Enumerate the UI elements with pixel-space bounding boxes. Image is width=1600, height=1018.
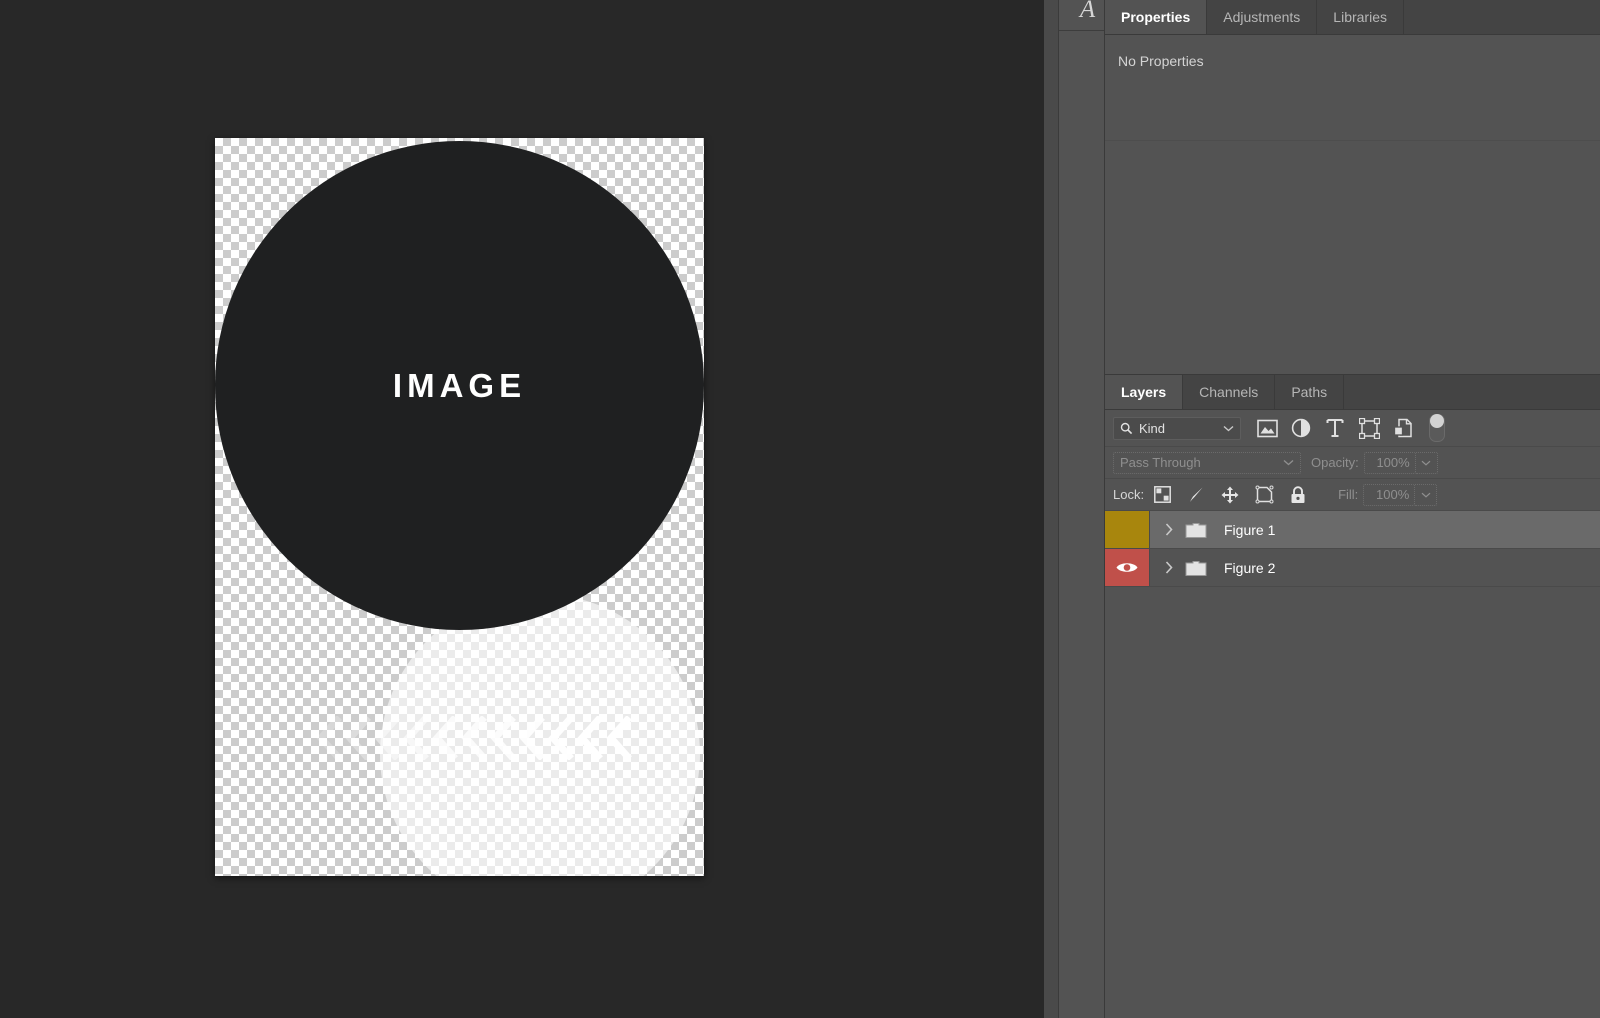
layer-disclosure-triangle[interactable]	[1158, 549, 1180, 586]
tab-paths-label: Paths	[1291, 384, 1328, 400]
panel-column: Properties Adjustments Libraries No Prop…	[1104, 0, 1600, 1018]
layer-kind-filter-label: Kind	[1139, 420, 1166, 436]
chevron-left-icon	[605, 716, 633, 760]
chevron-down-icon	[1421, 492, 1431, 498]
chevron-left-icon	[402, 716, 430, 760]
chevron-down-icon[interactable]	[1283, 459, 1294, 466]
chevron-down-icon	[1421, 460, 1431, 466]
tab-bar-filler	[1404, 0, 1600, 34]
chevron-left-icon	[460, 716, 488, 760]
layers-panel-body: Kind Pass Through Opacity: 100% Lock: Fi…	[1105, 410, 1600, 947]
opacity-stepper[interactable]	[1415, 451, 1438, 474]
filter-enable-toggle[interactable]	[1429, 414, 1445, 442]
lock-label: Lock:	[1113, 487, 1145, 502]
opacity-value: 100%	[1376, 455, 1410, 470]
document-canvas-area[interactable]: IMAGE	[0, 0, 1018, 1018]
layer-name: Figure 1	[1224, 521, 1276, 538]
tab-adjustments-label: Adjustments	[1223, 9, 1301, 25]
lock-all-icon[interactable]	[1288, 485, 1308, 505]
chevron-left-icon	[518, 716, 546, 760]
table-row[interactable]: Figure 1	[1105, 511, 1600, 549]
lock-buttons	[1152, 485, 1308, 505]
opacity-label: Opacity:	[1311, 455, 1359, 470]
filter-smart-object-layers-icon[interactable]	[1391, 416, 1415, 440]
search-icon	[1120, 422, 1133, 435]
lock-row: Lock: Fill: 100%	[1105, 479, 1600, 511]
lock-position-icon[interactable]	[1220, 485, 1240, 505]
properties-panel-body: No Properties	[1105, 35, 1600, 375]
tab-paths[interactable]: Paths	[1275, 375, 1345, 409]
layer-filter-row: Kind	[1105, 410, 1600, 447]
tab-libraries[interactable]: Libraries	[1317, 0, 1404, 34]
fill-input[interactable]: 100%	[1363, 483, 1416, 506]
chevron-left-icon	[344, 716, 372, 760]
tab-channels[interactable]: Channels	[1183, 375, 1276, 409]
layer-kind-filter-select[interactable]: Kind	[1113, 416, 1241, 440]
tab-bar-filler	[1344, 375, 1600, 409]
tab-layers[interactable]: Layers	[1105, 375, 1184, 409]
opacity-input[interactable]: 100%	[1363, 451, 1416, 474]
layer-name: Figure 2	[1224, 559, 1276, 576]
chevron-right-icon	[1165, 523, 1173, 536]
table-row[interactable]: Figure 2	[1105, 549, 1600, 587]
filter-shape-layers-icon[interactable]	[1357, 416, 1381, 440]
fill-group: Fill: 100%	[1338, 483, 1438, 506]
no-properties-message: No Properties	[1118, 53, 1204, 69]
lock-transparent-pixels-icon[interactable]	[1152, 485, 1172, 505]
right-dock: A Properties Adjustments Libraries No Pr…	[1044, 0, 1600, 1018]
lock-image-pixels-icon[interactable]	[1186, 485, 1206, 505]
tab-properties-label: Properties	[1121, 9, 1191, 25]
dock-edge-rail[interactable]	[1044, 0, 1059, 1018]
chevron-left-icon	[547, 716, 575, 760]
chevron-left-icon	[373, 716, 401, 760]
filter-type-layers-icon[interactable]	[1323, 416, 1347, 440]
chevron-down-icon[interactable]	[1223, 425, 1234, 432]
filter-adjustment-layers-icon[interactable]	[1289, 416, 1313, 440]
tab-channels-label: Channels	[1199, 384, 1259, 400]
tab-libraries-label: Libraries	[1333, 9, 1387, 25]
layer-disclosure-triangle[interactable]	[1158, 511, 1180, 548]
tab-properties[interactable]: Properties	[1105, 0, 1208, 34]
chevron-left-icon	[489, 716, 517, 760]
chevron-left-icon	[431, 716, 459, 760]
blend-mode-row: Pass Through Opacity: 100%	[1105, 447, 1600, 479]
photoshop-window: IMAGE A Properties Adjustments Libraries…	[0, 0, 1600, 1018]
layer-visibility-toggle[interactable]	[1105, 511, 1150, 548]
artboard[interactable]: IMAGE	[215, 138, 704, 876]
eye-icon	[1115, 560, 1139, 575]
transparency-checkerboard[interactable]: IMAGE	[215, 138, 704, 876]
layer-type-filter-buttons	[1255, 414, 1445, 442]
properties-tab-bar[interactable]: Properties Adjustments Libraries	[1105, 0, 1600, 35]
layers-tab-bar[interactable]: Layers Channels Paths	[1105, 375, 1600, 410]
folder-icon	[1184, 549, 1208, 586]
fill-value: 100%	[1376, 487, 1410, 502]
folder-icon	[1184, 511, 1208, 548]
chevron-strip	[315, 708, 632, 768]
chevron-left-icon	[576, 716, 604, 760]
chevron-left-icon	[315, 716, 343, 760]
lock-nesting-icon[interactable]	[1254, 485, 1274, 505]
character-panel-glyph: A	[1079, 0, 1096, 23]
tab-adjustments[interactable]: Adjustments	[1207, 0, 1318, 34]
artwork-image-label: IMAGE	[392, 366, 527, 404]
filter-pixel-layers-icon[interactable]	[1255, 416, 1279, 440]
tab-layers-label: Layers	[1121, 384, 1167, 400]
fill-label: Fill:	[1338, 487, 1359, 502]
artwork-dark-circle: IMAGE	[215, 141, 704, 630]
properties-divider	[1105, 140, 1600, 141]
layer-visibility-toggle[interactable]	[1105, 549, 1150, 586]
blend-mode-select[interactable]: Pass Through	[1113, 451, 1301, 474]
chevron-right-icon	[1165, 561, 1173, 574]
blend-mode-value: Pass Through	[1120, 455, 1201, 470]
layers-empty-area[interactable]	[1105, 587, 1600, 947]
fill-stepper[interactable]	[1415, 483, 1438, 506]
